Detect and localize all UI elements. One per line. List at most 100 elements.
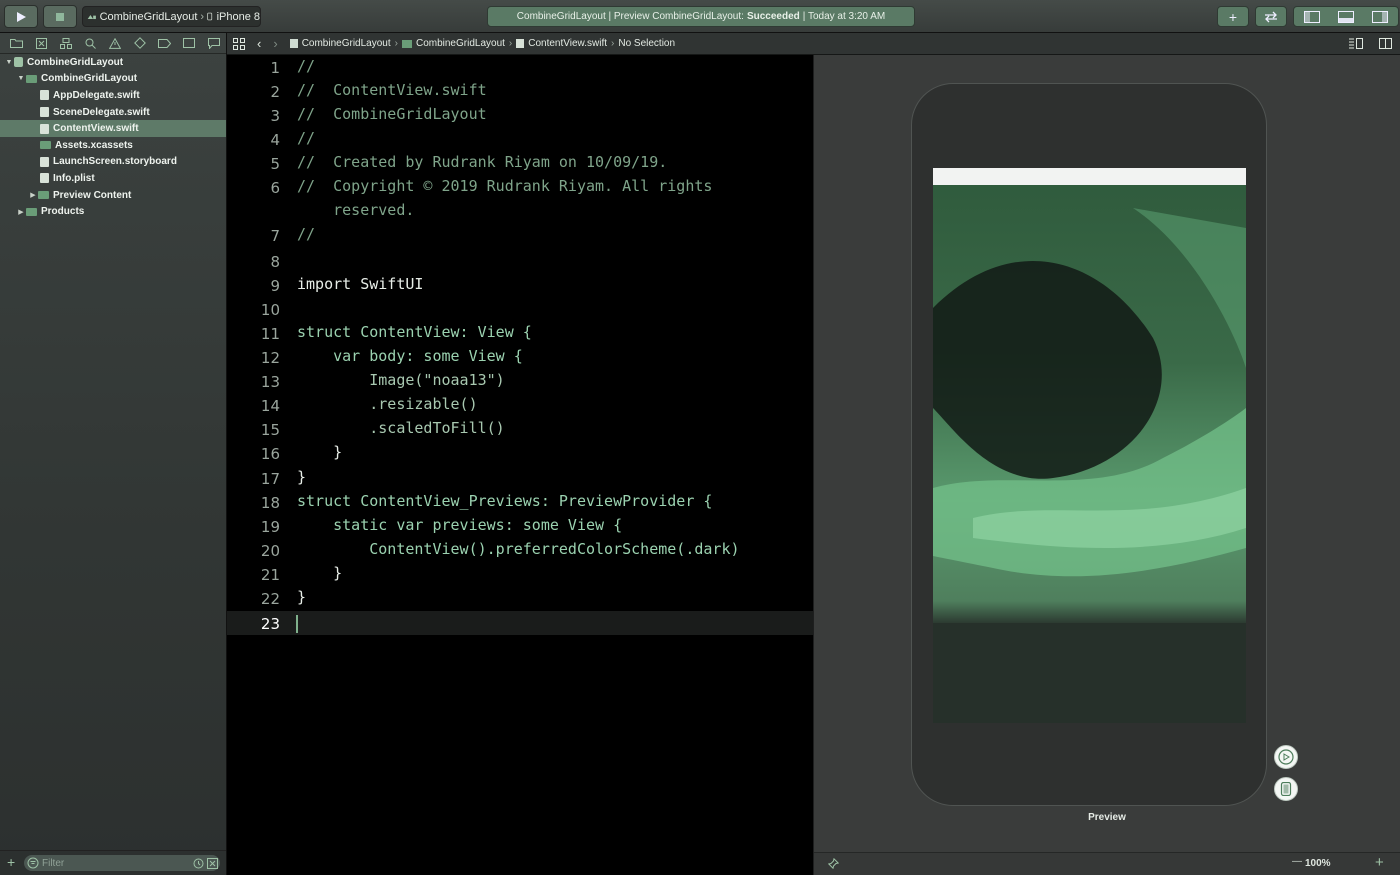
forward-arrow-icon[interactable]: ›: [273, 36, 277, 51]
report-icon[interactable]: [201, 36, 226, 50]
breadcrumb-file[interactable]: ContentView.swift: [516, 38, 607, 49]
tree-item-preview-content[interactable]: ▶ Preview Content: [0, 187, 226, 204]
breadcrumb-group[interactable]: CombineGridLayout: [401, 38, 505, 49]
activity-status: Succeeded: [746, 11, 800, 22]
line-number: 2: [270, 83, 280, 101]
code-editor[interactable]: 1 // 2 // ContentView.swift 3 // Combine…: [227, 55, 813, 875]
panel-toggle-group: [1293, 6, 1399, 27]
pin-icon[interactable]: [828, 858, 839, 869]
breadcrumb-symbol[interactable]: No Selection: [618, 38, 675, 49]
find-icon[interactable]: [78, 36, 103, 50]
code-review-button[interactable]: [1255, 6, 1287, 27]
line-number: 18: [260, 494, 280, 512]
scheme-selector[interactable]: CombineGridLayout › iPhone 8: [82, 6, 261, 27]
tree-item-label: AppDelegate.swift: [53, 89, 140, 101]
code-line: 3 // CombineGridLayout: [227, 103, 813, 127]
navigator-toggle[interactable]: [1295, 10, 1329, 23]
navigator-filter-bar: + Filter: [0, 850, 226, 875]
iphone-icon: [207, 12, 213, 21]
inspector-toggle[interactable]: [1363, 10, 1397, 23]
project-icon: [14, 57, 23, 68]
preview-canvas: Preview — 100% +: [814, 55, 1400, 875]
line-number: 6: [270, 179, 280, 197]
code-text: Image("noaa13"): [297, 371, 505, 389]
live-preview-button[interactable]: [1274, 745, 1298, 769]
tree-item-label: Products: [41, 206, 85, 218]
code-line: 9 import SwiftUI: [227, 273, 813, 297]
breadcrumb-project[interactable]: CombineGridLayout: [289, 38, 391, 49]
code-line: 16 }: [227, 441, 813, 465]
test-icon[interactable]: [127, 36, 152, 50]
breadcrumb-label: CombineGridLayout: [301, 38, 391, 49]
tree-item-products[interactable]: ▶ Products: [0, 203, 226, 220]
status-bar: [933, 168, 1246, 185]
tree-item-assets[interactable]: Assets.xcassets: [0, 137, 226, 154]
code-line: 18 struct ContentView_Previews: PreviewP…: [227, 490, 813, 514]
stop-icon: [56, 12, 64, 21]
tree-item-contentview[interactable]: ContentView.swift: [0, 120, 226, 137]
debug-area-toggle[interactable]: [1329, 10, 1363, 23]
code-text: //: [297, 225, 316, 243]
zoom-level[interactable]: 100%: [1305, 858, 1331, 869]
tree-item-scenedelegate[interactable]: SceneDelegate.swift: [0, 104, 226, 121]
line-number: 20: [260, 542, 280, 560]
zoom-out-icon[interactable]: —: [1292, 856, 1302, 867]
activity-viewer: CombineGridLayout | Preview CombineGridL…: [487, 6, 915, 27]
preview-on-device-button[interactable]: [1274, 777, 1298, 801]
code-line: 11 struct ContentView: View {: [227, 321, 813, 345]
split-editor-icon[interactable]: [1379, 38, 1392, 49]
folder-icon: [38, 191, 49, 200]
tree-item-launchscreen[interactable]: LaunchScreen.storyboard: [0, 154, 226, 171]
line-number: 16: [260, 445, 280, 463]
jump-bar: ‹ › CombineGridLayout › CombineGridLayou…: [227, 33, 1400, 55]
warning-icon[interactable]: [103, 36, 128, 50]
line-number: 17: [260, 470, 280, 488]
editor-options-icon[interactable]: [1349, 38, 1363, 49]
right-panel-icon: [1372, 10, 1388, 23]
filter-input[interactable]: Filter: [24, 855, 220, 871]
folder-icon[interactable]: [4, 36, 29, 50]
disclosure-open-icon[interactable]: ▼: [16, 75, 26, 82]
project-icon: [289, 39, 298, 48]
tree-item-label: SceneDelegate.swift: [53, 106, 150, 118]
line-number: 8: [270, 253, 280, 271]
disclosure-closed-icon[interactable]: ▶: [28, 191, 38, 199]
line-number: 12: [260, 349, 280, 367]
navigator-selector-bar: [0, 33, 226, 54]
code-line: 8: [227, 249, 813, 273]
breakpoint-icon[interactable]: [177, 36, 202, 50]
recent-files-icon[interactable]: [193, 858, 204, 869]
add-file-icon[interactable]: +: [7, 854, 15, 870]
source-control-filter-icon[interactable]: [207, 857, 218, 869]
code-text: .resizable(): [297, 395, 478, 413]
source-control-icon[interactable]: [29, 36, 54, 50]
line-number: 1: [270, 59, 280, 77]
tree-item-infoplist[interactable]: Info.plist: [0, 170, 226, 187]
related-items-icon[interactable]: [233, 37, 245, 50]
disclosure-closed-icon[interactable]: ▶: [16, 208, 26, 216]
file-tree: ▼ CombineGridLayout ▼ CombineGridLayout …: [0, 54, 226, 220]
line-number: 21: [260, 566, 280, 584]
swift-file-icon: [516, 39, 525, 48]
folder-icon: [401, 39, 412, 48]
run-button[interactable]: [4, 5, 38, 28]
tree-item-project[interactable]: ▼ CombineGridLayout: [0, 54, 226, 71]
code-text: struct ContentView_Previews: PreviewProv…: [297, 492, 713, 510]
activity-prefix: CombineGridLayout | Preview CombineGridL…: [516, 11, 744, 22]
tree-item-appdelegate[interactable]: AppDelegate.swift: [0, 87, 226, 104]
line-number: 22: [260, 590, 280, 608]
preview-screen[interactable]: [933, 168, 1246, 723]
line-number: 15: [260, 421, 280, 439]
tree-item-group[interactable]: ▼ CombineGridLayout: [0, 71, 226, 88]
activity-suffix: | Today at 3:20 AM: [802, 11, 886, 22]
line-number: 14: [260, 397, 280, 415]
library-button[interactable]: +: [1217, 6, 1249, 27]
stop-button[interactable]: [43, 5, 77, 28]
app-target-icon: [87, 14, 96, 19]
zoom-in-icon[interactable]: +: [1375, 854, 1384, 871]
symbol-icon[interactable]: [53, 36, 78, 50]
debug-icon[interactable]: [152, 36, 177, 50]
back-arrow-icon[interactable]: ‹: [257, 36, 261, 51]
aurora-image: [933, 168, 1246, 723]
disclosure-open-icon[interactable]: ▼: [4, 59, 14, 66]
